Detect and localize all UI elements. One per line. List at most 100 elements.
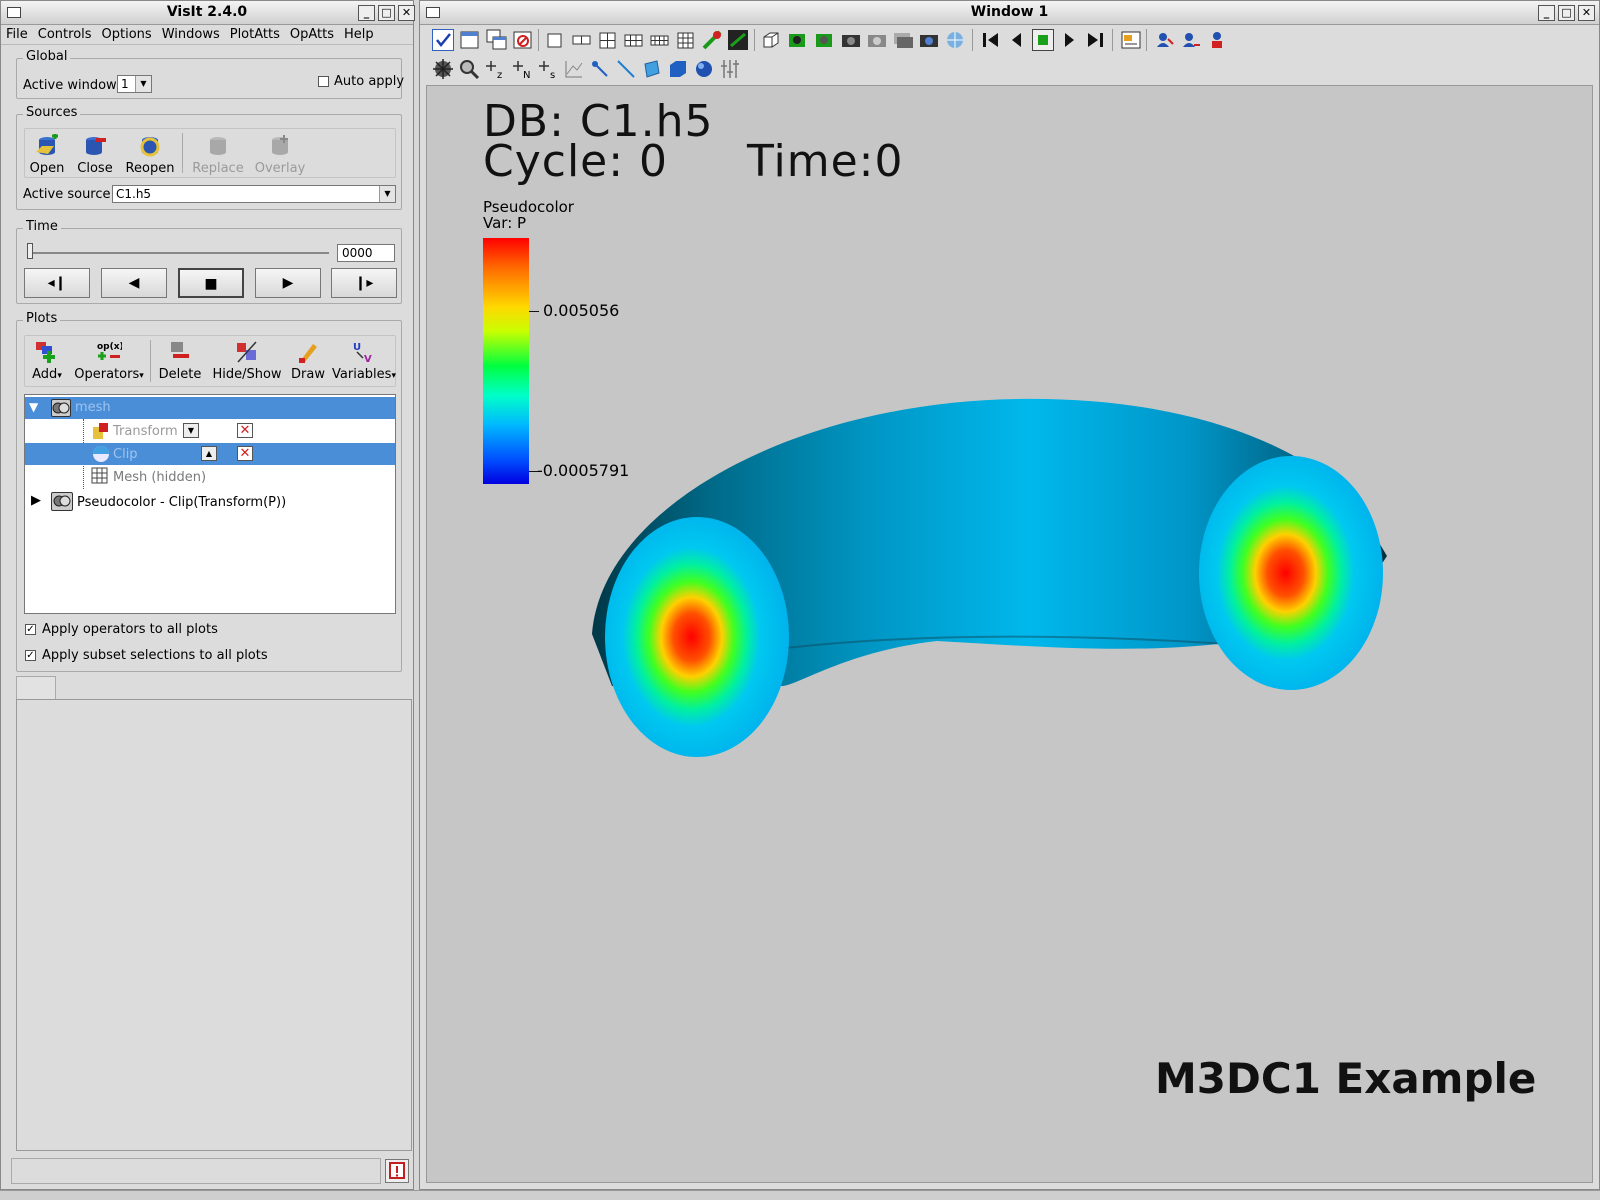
close-button[interactable]: ✕ [1578,5,1595,21]
menu-options[interactable]: Options [97,25,157,42]
point-tool-icon[interactable] [589,58,611,80]
plot-visibility-icon[interactable] [51,492,73,511]
close-source-button[interactable]: Close [75,134,115,176]
move-up-button[interactable]: ▲ [201,446,217,461]
remove-operator-button[interactable]: ✕ [237,423,253,438]
apply-subset-checkbox[interactable]: ✓ [25,650,36,661]
menu-opatts[interactable]: OpAtts [285,25,339,42]
stop-button[interactable]: ■ [178,268,244,298]
animation-back-icon[interactable] [1006,29,1028,51]
layout-2x3-icon[interactable] [623,29,645,51]
box-tool-icon[interactable] [667,58,689,80]
node-pick-icon[interactable]: N [511,58,533,81]
menu-file[interactable]: File [1,25,33,42]
zoom-icon[interactable] [458,58,480,80]
remove-operator-button[interactable]: ✕ [237,446,253,461]
plane-tool-icon[interactable] [641,58,663,80]
view-cube-icon[interactable] [760,29,782,51]
maximize-button[interactable]: □ [378,5,395,21]
time-state-field[interactable]: 0000 [337,244,395,262]
add-plot-button[interactable]: Add▾ [25,340,69,382]
main-titlebar[interactable]: VisIt 2.4.0 _ □ ✕ [1,1,415,25]
plots-group-label: Plots [23,311,61,326]
user-settings-icon[interactable] [1206,29,1228,51]
globe-view-icon[interactable] [944,29,966,51]
reverse-play-button[interactable]: ◀ [101,268,167,298]
hide-show-button[interactable]: Hide/Show [212,340,282,382]
clone-window-icon[interactable] [486,29,508,51]
close-button[interactable]: ✕ [398,5,415,21]
menu-controls[interactable]: Controls [33,25,97,42]
zone-pick-icon[interactable]: z [484,58,506,81]
maximize-button[interactable]: □ [1558,5,1575,21]
line-tool-icon[interactable] [615,58,637,80]
sphere-tool-icon[interactable] [693,58,715,80]
animation-first-icon[interactable] [980,29,1002,51]
layout-2x4-icon[interactable] [649,29,671,51]
plot-row-pseudocolor[interactable]: ▶ Pseudocolor - Clip(Transform(P)) [25,491,395,513]
plot-visibility-icon[interactable] [51,399,71,417]
replace-button[interactable]: Replace [191,134,245,176]
time-slider-handle[interactable] [27,243,33,259]
lock-time-icon[interactable] [727,29,749,51]
move-down-button[interactable]: ▼ [183,423,199,438]
active-source-select[interactable]: C1.h5 ▼ [112,185,396,203]
apply-operators-checkbox[interactable]: ✓ [25,624,36,635]
save-image-icon[interactable] [866,29,888,51]
navigate-icon[interactable] [432,58,454,80]
lock-view-icon[interactable] [701,29,723,51]
multiple-cameras-icon[interactable] [892,29,914,51]
time-slider-track[interactable] [27,252,329,254]
operators-button[interactable]: op(x) Operators▾ [73,340,145,382]
delete-plot-button[interactable]: Delete [155,340,205,382]
lineout-icon[interactable] [563,58,585,80]
animation-last-icon[interactable] [1084,29,1106,51]
clear-plots-icon[interactable] [1154,29,1176,51]
step-back-button[interactable]: ◂❙ [24,268,90,298]
open-button[interactable]: Open [27,133,67,176]
annotation-icon[interactable] [1120,29,1142,51]
minimize-button[interactable]: _ [1538,5,1555,21]
layout-1x2-icon[interactable] [571,29,593,51]
operator-row-transform[interactable]: Transform ▼ ✕ [25,420,395,442]
play-button[interactable]: ▶ [255,268,321,298]
spreadsheet-pick-icon[interactable]: s [537,58,559,81]
reopen-button[interactable]: Reopen [125,134,175,176]
layout-3x3-icon[interactable] [675,29,697,51]
step-forward-button[interactable]: ❙▸ [331,268,397,298]
main-window-title: VisIt 2.4.0 [166,4,248,20]
collapse-arrow-icon[interactable]: ▼ [29,400,38,414]
camera-views-icon[interactable] [918,29,940,51]
active-window-select[interactable]: 1 ▼ [117,75,152,93]
auto-apply-checkbox[interactable] [318,76,329,87]
menu-plotatts[interactable]: PlotAtts [225,25,285,42]
animation-stop-icon[interactable] [1032,29,1054,51]
reset-plots-icon[interactable] [1180,29,1202,51]
delete-window-icon[interactable] [512,29,534,51]
expand-arrow-icon[interactable]: ▶ [31,493,41,508]
render-viewport[interactable]: DB: C1.h5 Cycle: 0 Time:0 Pseudocolor Va… [426,85,1593,1183]
plot-row-mesh-hidden[interactable]: Mesh (hidden) [25,466,395,488]
axis-restriction-icon[interactable] [719,58,741,80]
active-window-checkbox-icon[interactable] [432,29,454,51]
new-window-icon[interactable] [459,29,481,51]
toolbar-separator [182,133,183,173]
recenter-icon[interactable] [786,29,808,51]
variables-button[interactable]: UV Variables▾ [332,340,396,382]
operator-row-clip[interactable]: Clip ▲ ✕ [25,443,395,465]
menu-windows[interactable]: Windows [157,25,225,42]
overlay-button[interactable]: Overlay [253,134,307,176]
camera-icon[interactable] [840,29,862,51]
plot-list[interactable]: ▼ mesh Transform ▼ ✕ Clip ▲ ✕ Mesh (hidd… [24,394,396,614]
layout-2x2-icon[interactable] [597,29,619,51]
undo-view-icon[interactable] [813,29,835,51]
panel-tab[interactable] [16,676,56,700]
animation-play-icon[interactable] [1058,29,1080,51]
output-indicator-button[interactable] [385,1159,409,1183]
minimize-button[interactable]: _ [358,5,375,21]
menu-help[interactable]: Help [339,25,379,42]
plot-row-mesh[interactable]: ▼ mesh [25,397,395,419]
layout-1x1-icon[interactable] [544,29,566,51]
vis-window-titlebar[interactable]: Window 1 _ □ ✕ [420,1,1599,25]
draw-button[interactable]: Draw [288,340,328,382]
